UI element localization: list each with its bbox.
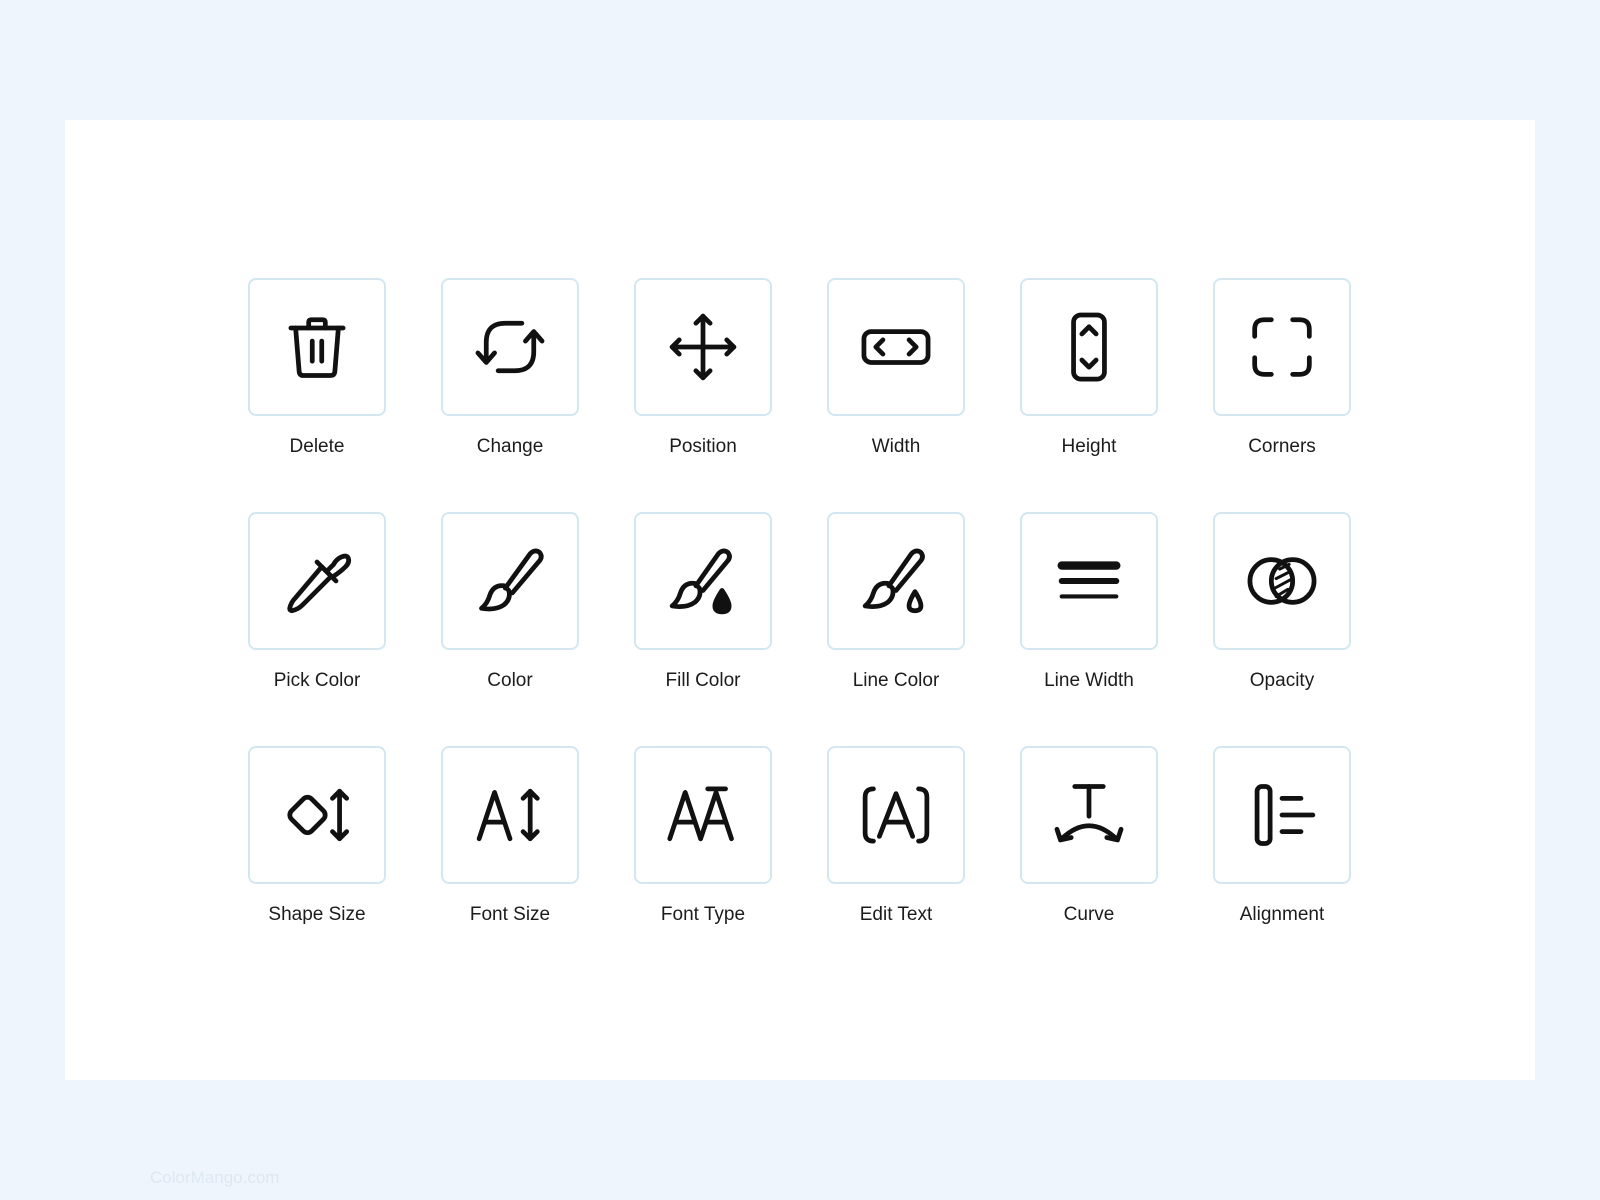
tool-edit-text[interactable]: Edit Text (827, 746, 965, 980)
tool-label: Height (1061, 436, 1117, 457)
tool-alignment[interactable]: Alignment (1213, 746, 1351, 980)
trash-icon (288, 317, 346, 378)
tool-label: Width (871, 436, 921, 457)
tool-font-type-box (634, 746, 772, 884)
font-type-icon (667, 786, 734, 842)
tool-line-color[interactable]: Line Color (827, 512, 965, 746)
align-left-icon (1254, 784, 1316, 846)
tool-shape-size-box (248, 746, 386, 884)
font-size-icon (476, 788, 540, 842)
tool-label: Edit Text (859, 904, 933, 925)
tool-height-box (1020, 278, 1158, 416)
move-arrows-icon (669, 313, 737, 381)
watermark: ColorMango.com (150, 1168, 280, 1187)
tool-curve[interactable]: Curve (1020, 746, 1158, 980)
tool-delete-box (248, 278, 386, 416)
tool-height[interactable]: Height (1020, 278, 1158, 512)
curve-text-icon (1054, 784, 1124, 843)
tool-font-type[interactable]: Font Type (634, 746, 772, 980)
tool-label: Line Color (852, 670, 940, 691)
icon-card: Delete Change Position Width Height Corn… (65, 120, 1535, 1080)
width-icon (861, 329, 931, 365)
tool-position-box (634, 278, 772, 416)
tool-edit-text-box (827, 746, 965, 884)
tool-corners-box (1213, 278, 1351, 416)
tool-label: Change (476, 436, 544, 457)
tool-label: Delete (289, 436, 345, 457)
tool-label: Opacity (1249, 670, 1315, 691)
height-icon (1071, 312, 1107, 382)
tool-opacity-box (1213, 512, 1351, 650)
tool-label: Curve (1063, 904, 1115, 925)
tool-label: Alignment (1239, 904, 1325, 925)
overlap-circles-icon (1247, 557, 1317, 605)
tool-label: Pick Color (273, 670, 361, 691)
edit-text-icon (862, 786, 930, 844)
diamond-resize-icon (287, 788, 350, 842)
swap-arrows-icon (475, 320, 545, 374)
brush-outline-drop-icon (862, 548, 925, 614)
tool-shape-size[interactable]: Shape Size (248, 746, 386, 980)
tool-curve-box (1020, 746, 1158, 884)
line-width-icon (1057, 561, 1121, 599)
tool-width-box (827, 278, 965, 416)
tool-font-size[interactable]: Font Size (441, 746, 579, 980)
eyedropper-icon (287, 553, 352, 614)
tool-label: Position (669, 436, 737, 457)
corners-icon (1252, 317, 1312, 377)
tool-pick-color-box (248, 512, 386, 650)
tool-change-box (441, 278, 579, 416)
tool-label: Corners (1248, 436, 1316, 457)
tool-width[interactable]: Width (827, 278, 965, 512)
brush-icon (479, 548, 544, 612)
tool-fill-color-box (634, 512, 772, 650)
tool-fill-color[interactable]: Fill Color (634, 512, 772, 746)
tool-label: Color (487, 670, 533, 691)
tool-line-width-box (1020, 512, 1158, 650)
tool-line-color-box (827, 512, 965, 650)
tool-pick-color[interactable]: Pick Color (248, 512, 386, 746)
tool-delete[interactable]: Delete (248, 278, 386, 512)
tool-grid: Delete Change Position Width Height Corn… (248, 278, 1351, 980)
brush-fill-drop-icon (669, 548, 732, 615)
tool-label: Fill Color (665, 670, 741, 691)
tool-opacity[interactable]: Opacity (1213, 512, 1351, 746)
tool-color-box (441, 512, 579, 650)
tool-change[interactable]: Change (441, 278, 579, 512)
tool-position[interactable]: Position (634, 278, 772, 512)
tool-line-width[interactable]: Line Width (1020, 512, 1158, 746)
tool-color[interactable]: Color (441, 512, 579, 746)
tool-label: Shape Size (268, 904, 366, 925)
tool-alignment-box (1213, 746, 1351, 884)
tool-label: Font Size (469, 904, 551, 925)
tool-font-size-box (441, 746, 579, 884)
tool-label: Font Type (660, 904, 746, 925)
tool-corners[interactable]: Corners (1213, 278, 1351, 512)
tool-label: Line Width (1044, 670, 1134, 691)
